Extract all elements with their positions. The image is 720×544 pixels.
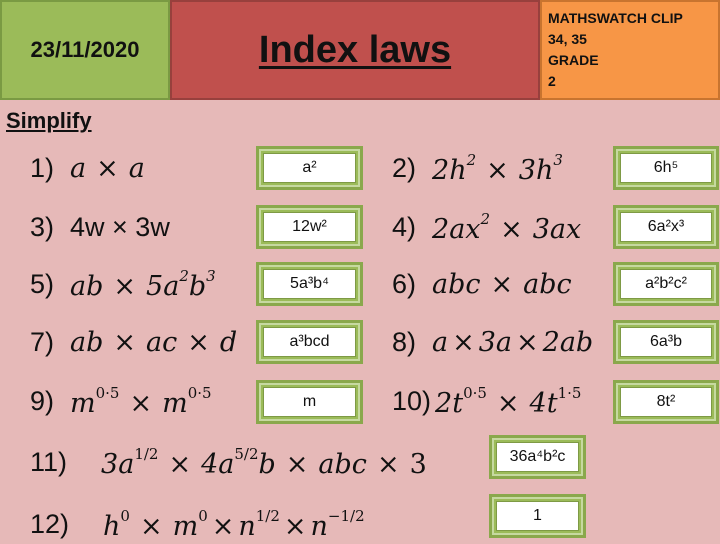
answer-box-4[interactable]: 6a²x³ xyxy=(613,205,719,249)
instruction-heading: Simplify xyxy=(6,108,92,133)
date-box: 23/11/2020 xyxy=(0,0,170,100)
answer-text: 36a⁴b²c xyxy=(496,442,579,472)
date-text: 23/11/2020 xyxy=(30,37,140,62)
question-10: 10) 2t0·5 × 4t1·5 xyxy=(392,381,581,421)
question-expression: ab × ac × d xyxy=(70,326,238,358)
answer-text: a³bcd xyxy=(263,327,356,357)
question-expression: 2ax2 × 3ax xyxy=(432,209,582,245)
answer-box-12[interactable]: 1 xyxy=(489,494,586,538)
answer-text: a² xyxy=(263,153,356,183)
answer-text: a²b²c² xyxy=(620,269,712,299)
question-12: 12) h0 × m0 × n1/2 × n−1/2 xyxy=(30,504,365,544)
question-expression: 3a1/2 × 4a5/2b × abc × 3 xyxy=(101,444,427,480)
question-5: 5) ab × 5a2b3 xyxy=(30,264,216,304)
question-number: 1) xyxy=(30,152,55,183)
answer-text: 5a³b⁴ xyxy=(263,269,356,299)
title-box: Index laws xyxy=(170,0,540,100)
question-expression: m0·5 × m0·5 xyxy=(70,383,212,419)
question-expression: a × 3a × 2ab xyxy=(432,326,594,358)
answer-text: 6a²x³ xyxy=(620,212,712,242)
clip-line: 2 xyxy=(548,73,556,89)
question-expression: abc × abc xyxy=(432,268,572,300)
question-number: 5) xyxy=(30,268,55,299)
question-4: 4) 2ax2 × 3ax xyxy=(392,207,581,247)
question-3: 3) 4w × 3w xyxy=(30,207,170,247)
question-expression: ab × 5a2b3 xyxy=(70,266,216,302)
answer-box-5[interactable]: 5a³b⁴ xyxy=(256,262,363,306)
clip-line: 34, 35 xyxy=(548,31,587,47)
answer-box-10[interactable]: 8t² xyxy=(613,380,719,424)
mathswatch-clip-box: MATHSWATCH CLIP 34, 35 GRADE 2 xyxy=(540,0,720,100)
answer-text: 1 xyxy=(496,501,579,531)
question-number: 2) xyxy=(392,152,417,183)
question-2: 2) 2h2 × 3h3 xyxy=(392,148,563,188)
question-1: 1) a × a xyxy=(30,148,145,188)
answer-box-3[interactable]: 12w² xyxy=(256,205,363,249)
question-number: 4) xyxy=(392,211,417,242)
question-11: 11) 3a1/2 × 4a5/2b × abc × 3 xyxy=(30,442,427,482)
question-9: 9) m0·5 × m0·5 xyxy=(30,381,212,421)
question-8: 8) a × 3a × 2ab xyxy=(392,322,593,362)
question-6: 6) abc × abc xyxy=(392,264,572,304)
question-number: 10) xyxy=(392,385,432,416)
answer-box-7[interactable]: a³bcd xyxy=(256,320,363,364)
answer-text: 8t² xyxy=(620,387,712,417)
question-number: 3) xyxy=(30,211,55,242)
question-expression: a × a xyxy=(70,152,145,184)
question-number: 8) xyxy=(392,326,417,357)
question-number: 12) xyxy=(30,508,70,539)
question-number: 6) xyxy=(392,268,417,299)
answer-text: 6h⁵ xyxy=(620,153,712,183)
question-expression: 2t0·5 × 4t1·5 xyxy=(435,383,582,419)
question-expression: 4w × 3w xyxy=(70,211,170,242)
question-expression: 2h2 × 3h3 xyxy=(432,150,563,186)
answer-text: m xyxy=(263,387,356,417)
clip-line: GRADE xyxy=(548,52,599,68)
question-7: 7) ab × ac × d xyxy=(30,322,237,362)
answer-box-2[interactable]: 6h⁵ xyxy=(613,146,719,190)
answer-text: 6a³b xyxy=(620,327,712,357)
page-title: Index laws xyxy=(258,28,452,71)
question-number: 7) xyxy=(30,326,55,357)
answer-box-11[interactable]: 36a⁴b²c xyxy=(489,435,586,479)
question-number: 11) xyxy=(30,446,68,477)
question-expression: h0 × m0 × n1/2 × n−1/2 xyxy=(103,506,365,542)
clip-line: MATHSWATCH CLIP xyxy=(548,10,683,26)
answer-box-6[interactable]: a²b²c² xyxy=(613,262,719,306)
question-number: 9) xyxy=(30,385,55,416)
answer-box-8[interactable]: 6a³b xyxy=(613,320,719,364)
answer-text: 12w² xyxy=(263,212,356,242)
answer-box-9[interactable]: m xyxy=(256,380,363,424)
answer-box-1[interactable]: a² xyxy=(256,146,363,190)
